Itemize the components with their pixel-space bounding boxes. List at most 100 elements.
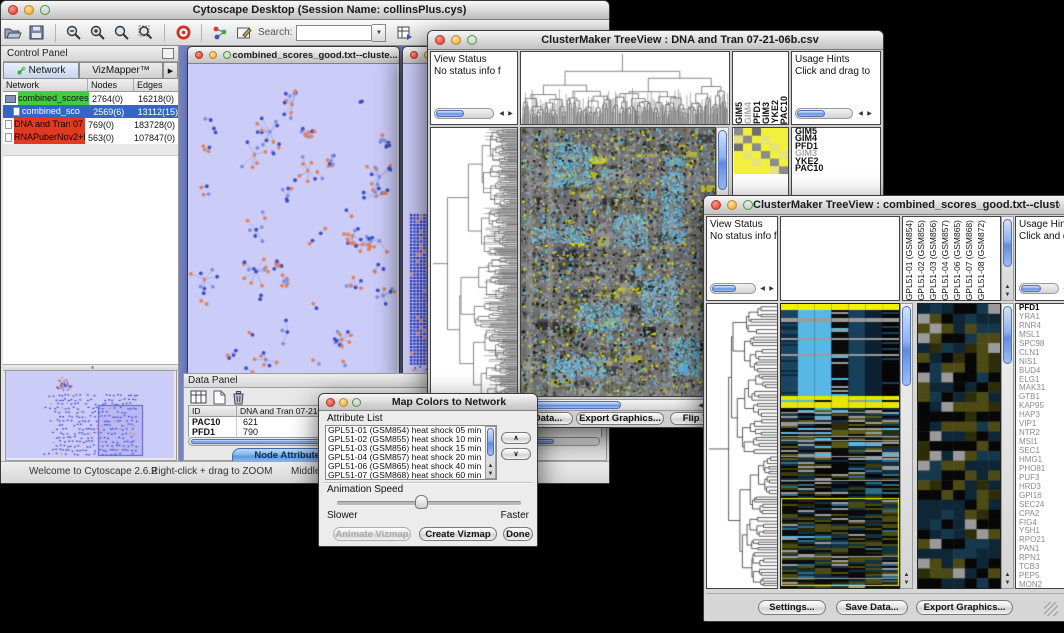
scroll-up-icon[interactable]: ▲: [486, 462, 495, 470]
search-dropdown-icon[interactable]: ▼: [372, 24, 386, 42]
network-row[interactable]: combined_sco 2569(6) 13112(15): [3, 105, 178, 118]
zoom-heatmap-canvas[interactable]: [918, 304, 1000, 588]
scroll-up-icon[interactable]: ▲: [902, 571, 911, 579]
dialog-title-bar[interactable]: Map Colors to Network: [319, 394, 537, 411]
animation-speed-slider[interactable]: [337, 501, 521, 506]
tab-network[interactable]: Network: [3, 62, 79, 79]
minimize-button[interactable]: [24, 5, 34, 15]
zoom-heatmap-canvas[interactable]: [734, 128, 788, 174]
heatmap-horizontal-scrollbar[interactable]: ◀ ▶: [520, 399, 716, 411]
import-table-icon[interactable]: [394, 23, 416, 43]
scrollbar-thumb[interactable]: [436, 110, 464, 117]
annotation-icon[interactable]: [233, 23, 255, 43]
close-button[interactable]: [326, 398, 335, 407]
zoom-out-icon[interactable]: [63, 23, 85, 43]
attribute-listbox[interactable]: GPL51-01 (GSM854) heat shock 05 minGPL51…: [325, 425, 497, 480]
scrollbar-thumb[interactable]: [1021, 285, 1041, 292]
maximize-button[interactable]: [467, 35, 477, 45]
maximize-button[interactable]: [40, 5, 50, 15]
done-button[interactable]: Done: [503, 527, 533, 541]
minimize-button[interactable]: [339, 398, 348, 407]
usage-hints-scrollbar[interactable]: [795, 108, 853, 119]
scroll-left-icon[interactable]: ◀: [856, 110, 865, 118]
scrollbar-thumb[interactable]: [712, 285, 736, 292]
close-button[interactable]: [8, 5, 18, 15]
column-header-id[interactable]: ID: [189, 405, 237, 417]
network-row[interactable]: DNA and Tran 07 769(0) 183728(0): [3, 118, 178, 131]
birdseye-view[interactable]: [5, 370, 177, 461]
heatmap-pane[interactable]: [780, 303, 900, 589]
column-dendrogram-canvas[interactable]: [521, 52, 729, 124]
slider-thumb[interactable]: [415, 495, 428, 509]
scroll-down-icon[interactable]: ▼: [486, 470, 495, 478]
column-dendrogram-pane[interactable]: [520, 51, 730, 125]
settings-button[interactable]: Settings...: [758, 600, 826, 615]
scroll-right-icon[interactable]: ▶: [865, 110, 874, 118]
minimize-button[interactable]: [727, 200, 737, 210]
birdseye-canvas[interactable]: [6, 371, 174, 458]
row-dendrogram-pane[interactable]: [430, 127, 518, 412]
tab-overflow-button[interactable]: ▶: [163, 62, 178, 79]
close-button[interactable]: [195, 51, 203, 59]
move-up-button[interactable]: ∧: [501, 432, 531, 444]
close-button[interactable]: [711, 200, 721, 210]
scroll-left-icon[interactable]: ◀: [497, 110, 506, 118]
scrollbar-thumb[interactable]: [487, 428, 494, 456]
scrollbar-thumb[interactable]: [1003, 306, 1012, 364]
row-dendrogram-canvas[interactable]: [431, 128, 517, 411]
column-header-edges[interactable]: Edges: [134, 79, 178, 91]
heatmap-canvas[interactable]: [521, 128, 715, 396]
zoom-heatmap-pane[interactable]: [917, 303, 1001, 589]
scroll-left-icon[interactable]: ◀: [758, 285, 767, 293]
treeview-combined-title-bar[interactable]: ClusterMaker TreeView : combined_scores_…: [704, 196, 1064, 215]
minimize-button[interactable]: [209, 51, 217, 59]
view-status-scrollbar[interactable]: [434, 108, 494, 119]
maximize-button[interactable]: [743, 200, 753, 210]
scroll-down-icon[interactable]: ▼: [902, 579, 911, 587]
search-input[interactable]: [296, 25, 372, 41]
zoom-in-icon[interactable]: [87, 23, 109, 43]
save-data-button[interactable]: Save Data...: [836, 600, 908, 615]
network-row[interactable]: RNAPuberNov2+I 563(0) 107847(0): [3, 131, 178, 144]
attribute-item[interactable]: GPL51-07 (GSM868) heat shock 60 min: [326, 471, 496, 480]
gene-labels-pane[interactable]: PFD1YRA1RNR4MSL1SPC98CLN1NIS1BUD4ELG1MAK…: [1015, 303, 1064, 589]
export-graphics-button[interactable]: Export Graphics...: [576, 412, 664, 425]
resize-grip[interactable]: [1044, 602, 1058, 616]
row-dendrogram-pane[interactable]: [706, 303, 778, 589]
treeview-dna-title-bar[interactable]: ClusterMaker TreeView : DNA and Tran 07-…: [428, 31, 883, 50]
zoom-vertical-scrollbar[interactable]: ▲ ▼: [1001, 303, 1014, 589]
zoom-selected-icon[interactable]: [135, 23, 157, 43]
minimize-button[interactable]: [451, 35, 461, 45]
tab-vizmapper[interactable]: VizMapper™: [79, 62, 163, 79]
close-button[interactable]: [410, 51, 418, 59]
column-dendrogram-pane[interactable]: [780, 216, 900, 301]
export-graphics-button[interactable]: Export Graphics...: [916, 600, 1013, 615]
scrollbar-thumb[interactable]: [797, 110, 825, 117]
usage-hints-scrollbar[interactable]: [1019, 283, 1059, 294]
column-header-network[interactable]: Network: [3, 79, 88, 91]
maximize-button[interactable]: [352, 398, 361, 407]
scroll-down-icon[interactable]: ▼: [1003, 579, 1012, 587]
open-file-icon[interactable]: [2, 23, 24, 43]
maximize-button[interactable]: [223, 51, 231, 59]
network-canvas[interactable]: [188, 64, 397, 376]
float-panel-icon[interactable]: [162, 48, 174, 59]
scroll-right-icon[interactable]: ▶: [767, 285, 776, 293]
row-dendrogram-canvas[interactable]: [707, 304, 777, 588]
heatmap-pane[interactable]: [520, 127, 716, 397]
network-nodes-icon[interactable]: [209, 23, 231, 43]
column-labels-scrollbar[interactable]: ▲ ▼: [1001, 216, 1014, 301]
scroll-down-icon[interactable]: ▼: [1003, 291, 1012, 299]
scrollbar-thumb[interactable]: [718, 130, 727, 190]
scroll-right-icon[interactable]: ▶: [506, 110, 515, 118]
create-vizmap-button[interactable]: Create Vizmap: [419, 527, 497, 541]
heatmap-canvas[interactable]: [781, 304, 899, 588]
help-lifesaver-icon[interactable]: [172, 23, 194, 43]
view-status-scrollbar[interactable]: [710, 283, 756, 294]
column-header-nodes[interactable]: Nodes: [88, 79, 134, 91]
close-button[interactable]: [435, 35, 445, 45]
network-row[interactable]: combined_scores 2764(0) 16218(0): [3, 92, 178, 105]
listbox-scrollbar[interactable]: ▲ ▼: [485, 426, 496, 479]
scrollbar-thumb[interactable]: [1003, 219, 1012, 267]
network-view-title-bar[interactable]: combined_scores_good.txt--cluste...: [188, 47, 399, 64]
